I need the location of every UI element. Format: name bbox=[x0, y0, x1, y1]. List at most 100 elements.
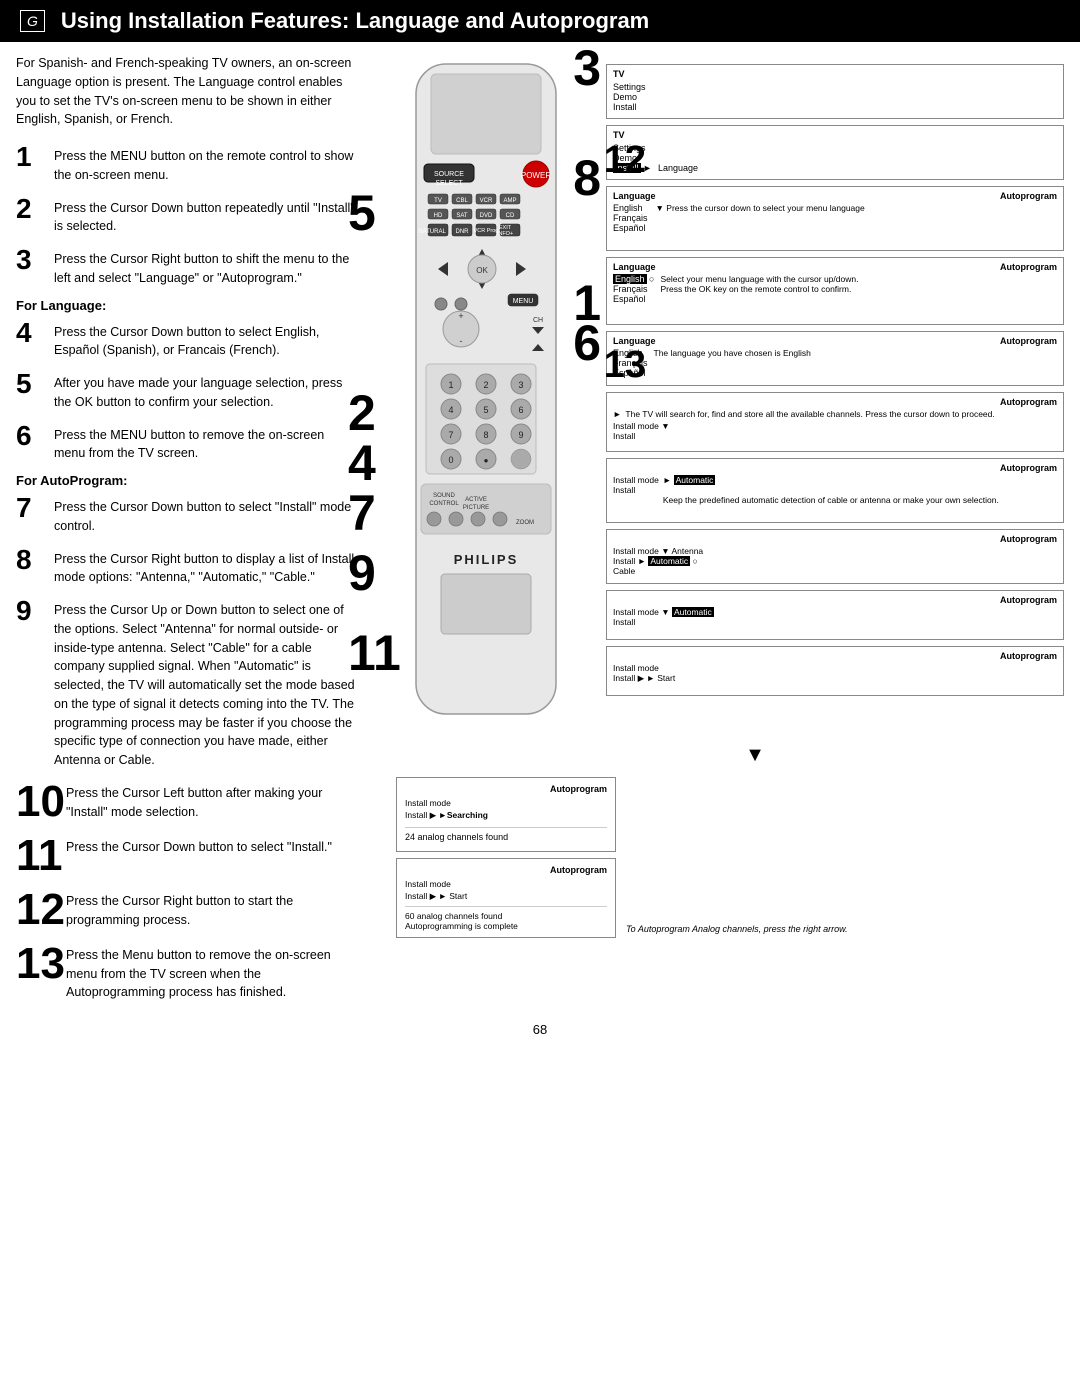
for-autoprogram-label: For AutoProgram: bbox=[16, 473, 356, 488]
svg-text:AMP: AMP bbox=[503, 198, 516, 204]
for-language-header: For Language: bbox=[16, 298, 356, 313]
step-12: 12 Press the Cursor Right button to star… bbox=[16, 888, 356, 932]
menu-panel-3: Language Autoprogram EnglishFrançaisEspa… bbox=[606, 186, 1064, 251]
panel-4-languages: English ○FrançaisEspañol bbox=[613, 274, 654, 304]
svg-text:9: 9 bbox=[518, 430, 523, 440]
svg-text:-: - bbox=[460, 336, 463, 346]
down-arrow: ▼ bbox=[446, 744, 1064, 767]
step-11: 11 Press the Cursor Down button to selec… bbox=[16, 834, 356, 878]
complete-panel: Autoprogram Install mode Install ▶ ► Sta… bbox=[396, 858, 616, 938]
step-7-number: 7 bbox=[16, 494, 54, 522]
svg-text:8: 8 bbox=[483, 430, 488, 440]
remote-wrapper: 3 8 12 5 1 6 13 2 4 7 9 11 bbox=[366, 54, 596, 734]
for-language-label: For Language: bbox=[16, 298, 356, 313]
autoprg-1-install-mode: Install mode ▼ bbox=[613, 421, 1057, 431]
step-5-number: 5 bbox=[16, 370, 54, 398]
step-4: 4 Press the Cursor Down button to select… bbox=[16, 319, 356, 361]
svg-text:INFO+: INFO+ bbox=[497, 231, 513, 237]
autoprg-2-content: Install modeInstall ► AutomaticKeep the … bbox=[613, 475, 1057, 505]
autoprg-2-right: ► AutomaticKeep the predefined automatic… bbox=[663, 475, 1057, 505]
step-11-number: 11 bbox=[16, 834, 66, 878]
step-8-number: 8 bbox=[16, 546, 54, 574]
svg-text:1: 1 bbox=[448, 380, 453, 390]
panel-5-header: Language Autoprogram bbox=[613, 336, 1057, 346]
panel-3-note: ▼ Press the cursor down to select your m… bbox=[656, 203, 1057, 233]
overlay-11: 11 bbox=[348, 624, 401, 682]
intro-paragraph: For Spanish- and French-speaking TV owne… bbox=[16, 54, 356, 129]
autoprg-panel-1: Autoprogram ► The TV will search for, fi… bbox=[606, 392, 1064, 452]
bottom-note-text: To Autoprogram Analog channels, press th… bbox=[626, 924, 848, 934]
step-10-number: 10 bbox=[16, 780, 66, 824]
svg-text:ZOOM: ZOOM bbox=[516, 520, 534, 526]
step-3: 3 Press the Cursor Right button to shift… bbox=[16, 246, 356, 288]
panel-3-languages: EnglishFrançaisEspañol bbox=[613, 203, 648, 233]
step-7-text: Press the Cursor Down button to select "… bbox=[54, 494, 356, 536]
step-9: 9 Press the Cursor Up or Down button to … bbox=[16, 597, 356, 770]
panel-5-content: EnglishFrançaisEspañol The language you … bbox=[613, 348, 1057, 378]
svg-text:NATURAL: NATURAL bbox=[418, 229, 446, 235]
bottom-screens-area: Autoprogram Install mode Install ▶ ►Sear… bbox=[396, 777, 1064, 938]
autoprg-panel-4: Autoprogram Install mode ▼ Automatic Ins… bbox=[606, 590, 1064, 640]
panel-2-language: Language bbox=[658, 163, 698, 173]
for-autoprogram-header: For AutoProgram: bbox=[16, 473, 356, 488]
step-10: 10 Press the Cursor Left button after ma… bbox=[16, 780, 356, 824]
menu-panel-1: TV SettingsDemoInstall bbox=[606, 64, 1064, 119]
menu-panel-4: Language Autoprogram English ○FrançaisEs… bbox=[606, 257, 1064, 325]
svg-text:5: 5 bbox=[483, 405, 488, 415]
autoprg-1-install: Install bbox=[613, 431, 1057, 441]
svg-text:CH: CH bbox=[533, 317, 543, 324]
autoprg-1-title: Autoprogram bbox=[613, 397, 1057, 407]
autoprg-1-arrow-label: ► bbox=[613, 409, 621, 419]
panel-4-content: English ○FrançaisEspañol Select your men… bbox=[613, 274, 1057, 304]
menu-panel-2: TV SettingsDemoInstall ► Language bbox=[606, 125, 1064, 180]
svg-text:CD: CD bbox=[506, 213, 515, 219]
step-5-text: After you have made your language select… bbox=[54, 370, 356, 412]
autoprg-4-title: Autoprogram bbox=[613, 595, 1057, 605]
step-7: 7 Press the Cursor Down button to select… bbox=[16, 494, 356, 536]
panel-2-content: SettingsDemoInstall ► Language bbox=[613, 143, 1057, 173]
svg-text:DNR: DNR bbox=[456, 229, 470, 235]
autoprg-2-title: Autoprogram bbox=[613, 463, 1057, 473]
overlay-5: 5 bbox=[348, 184, 376, 242]
step-4-text: Press the Cursor Down button to select E… bbox=[54, 319, 356, 361]
step-10-text: Press the Cursor Left button after makin… bbox=[66, 780, 356, 822]
panel-2-tv-label: TV bbox=[613, 130, 1057, 140]
overlay-8: 8 bbox=[573, 149, 601, 207]
complete-install-mode: Install mode bbox=[405, 879, 607, 889]
step-9-number: 9 bbox=[16, 597, 54, 625]
channels-found-2: 60 analog channels foundAutoprogramming … bbox=[405, 906, 607, 931]
svg-text:VCR Prog: VCR Prog bbox=[474, 228, 499, 234]
searching-panel: Autoprogram Install mode Install ▶ ►Sear… bbox=[396, 777, 616, 852]
svg-text:POWER: POWER bbox=[521, 171, 551, 180]
searching-label: Searching bbox=[447, 810, 488, 820]
autoprg-1-content: ► The TV will search for, find and store… bbox=[613, 409, 1057, 419]
step-13: 13 Press the Menu button to remove the o… bbox=[16, 942, 356, 1002]
svg-text:DVD: DVD bbox=[480, 213, 493, 219]
svg-text:OK: OK bbox=[476, 266, 488, 275]
panel-1-tv-label: TV bbox=[613, 69, 1057, 79]
step-8: 8 Press the Cursor Right button to displ… bbox=[16, 546, 356, 588]
svg-text:3: 3 bbox=[518, 380, 523, 390]
autoprg-1-note: The TV will search for, find and store a… bbox=[625, 409, 1057, 419]
panel-3-autoprogram-title: Autoprogram bbox=[1000, 191, 1057, 201]
complete-autoprg-title: Autoprogram bbox=[405, 865, 607, 875]
svg-text:HD: HD bbox=[434, 213, 443, 219]
svg-text:VCR: VCR bbox=[480, 198, 493, 204]
svg-text:MENU: MENU bbox=[513, 298, 534, 305]
panel-1-col-labels: SettingsDemoInstall bbox=[613, 82, 1057, 112]
step-6-number: 6 bbox=[16, 422, 54, 450]
step-4-number: 4 bbox=[16, 319, 54, 347]
step-11-text: Press the Cursor Down button to select "… bbox=[66, 834, 332, 857]
step-1: 1 Press the MENU button on the remote co… bbox=[16, 143, 356, 185]
step-13-number: 13 bbox=[16, 942, 66, 986]
panel-5-note: The language you have chosen is English bbox=[654, 348, 1057, 378]
right-column: 3 8 12 5 1 6 13 2 4 7 9 11 bbox=[366, 54, 1064, 1012]
step-1-text: Press the MENU button on the remote cont… bbox=[54, 143, 356, 185]
autoprg-3-content: Install mode ▼ Antenna Install ► Automat… bbox=[613, 546, 1057, 576]
menu-panels-right: TV SettingsDemoInstall TV SettingsDemoIn… bbox=[606, 64, 1064, 696]
svg-text:SELECT: SELECT bbox=[435, 180, 463, 187]
autoprg-panel-3: Autoprogram Install mode ▼ Antenna Insta… bbox=[606, 529, 1064, 584]
overlay-3: 3 bbox=[573, 39, 601, 97]
step-3-number: 3 bbox=[16, 246, 54, 274]
svg-text:TV: TV bbox=[434, 198, 442, 204]
